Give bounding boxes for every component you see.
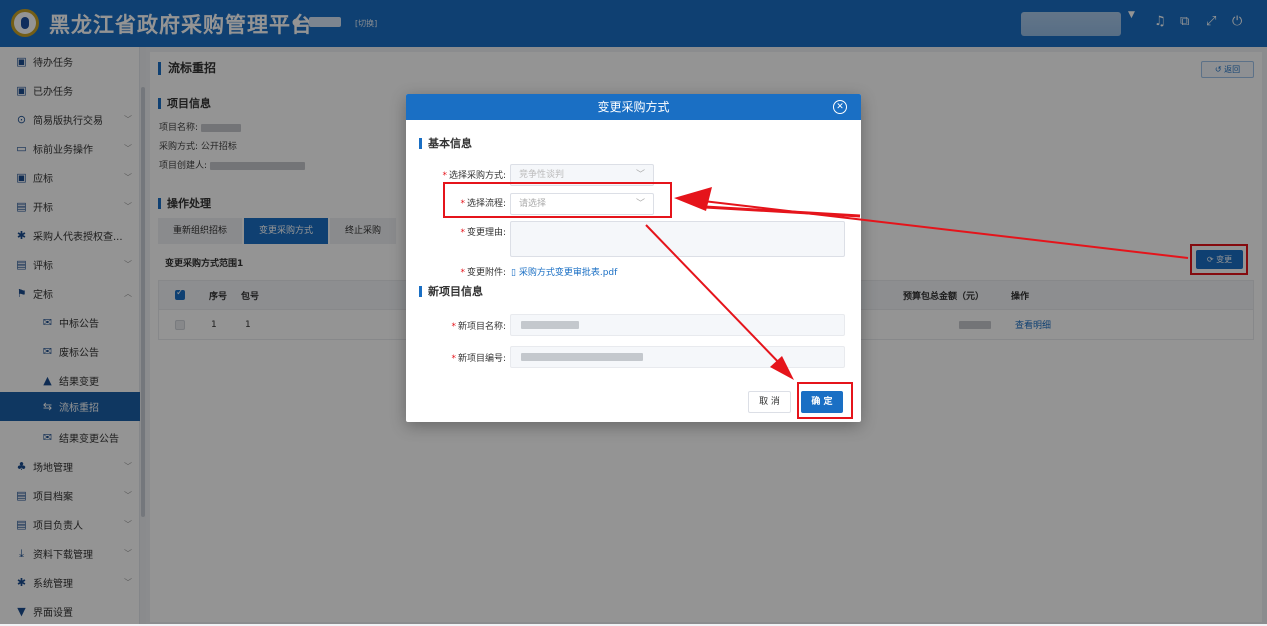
arrow-to-flow-select (685, 198, 1189, 259)
annotation-arrows (645, 187, 1189, 380)
arrow-to-confirm (645, 224, 785, 369)
arrow-shaft-thick (704, 205, 861, 218)
arrow-head (770, 356, 794, 380)
